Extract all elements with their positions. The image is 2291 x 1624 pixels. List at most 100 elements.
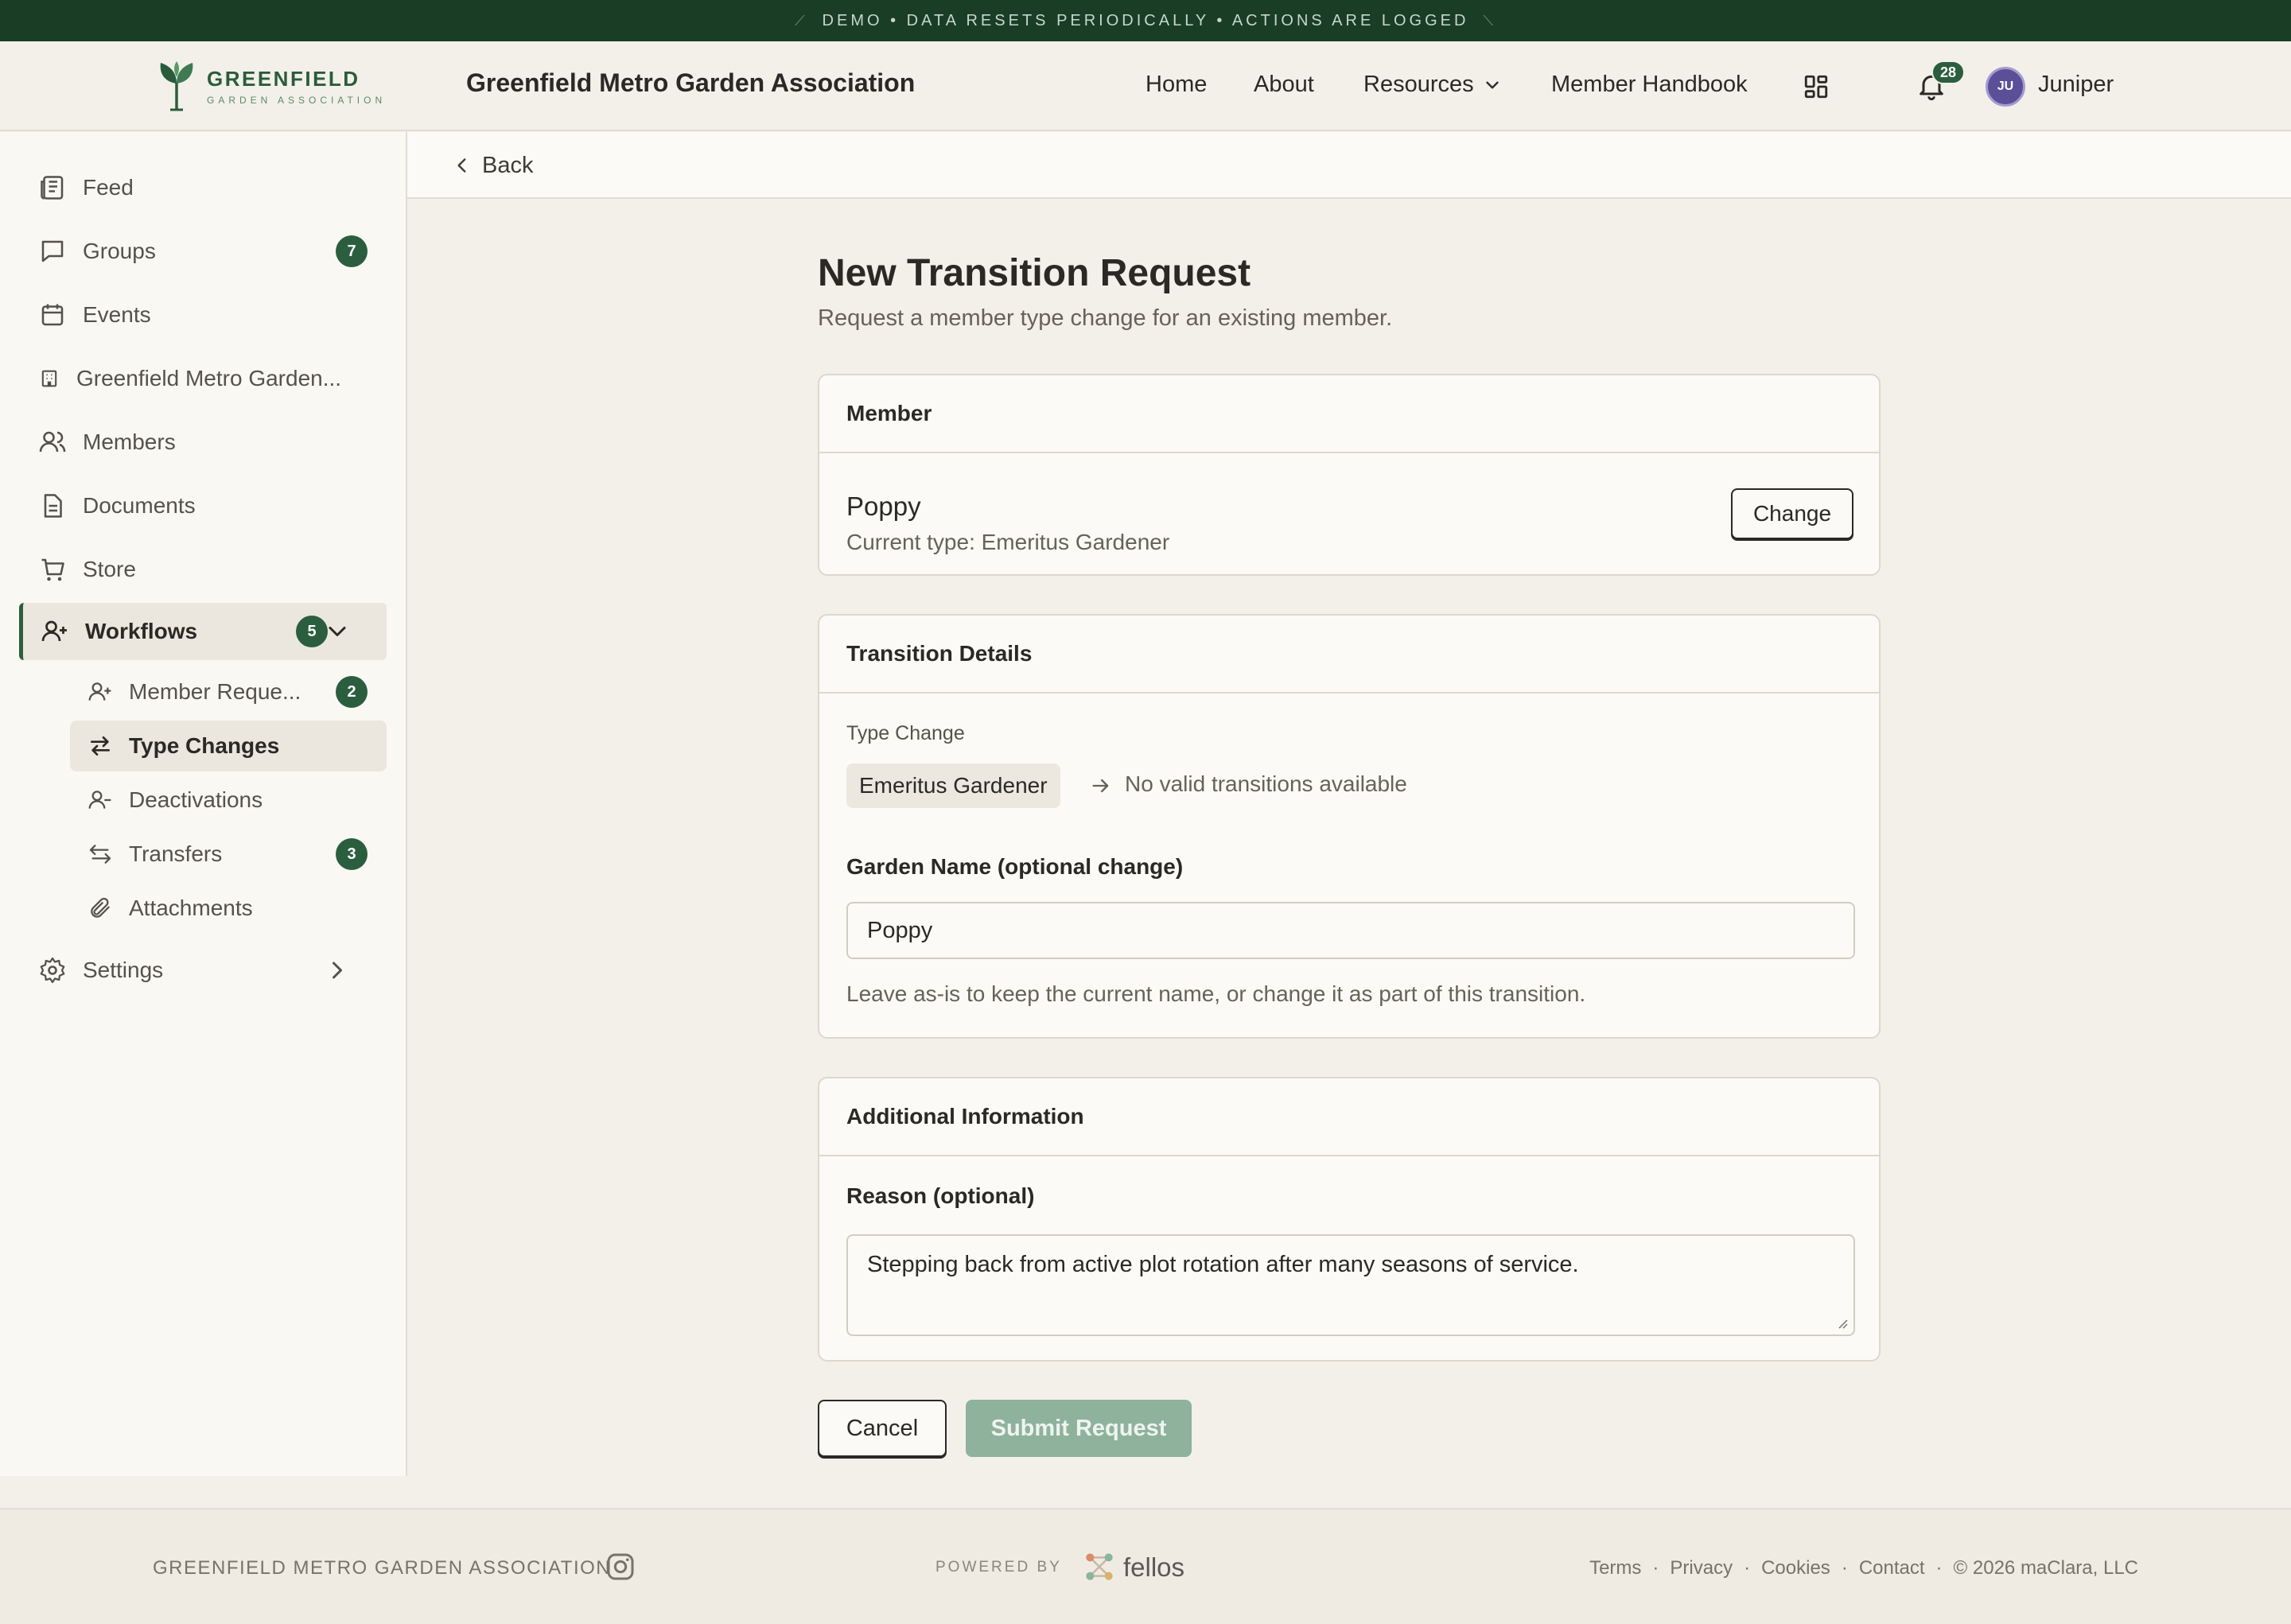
change-member-button[interactable]: Change <box>1731 488 1853 539</box>
reason-label: Reason (optional) <box>846 1183 1035 1208</box>
nav-home[interactable]: Home <box>1146 72 1207 98</box>
logo[interactable]: GREENFIELD GARDEN ASSOCIATION <box>156 59 386 113</box>
document-icon <box>44 494 62 518</box>
gear-icon <box>40 957 65 984</box>
sidebar-item-label: Members <box>83 429 176 454</box>
sidebar-item-events[interactable]: Events <box>19 286 387 344</box>
no-transitions-text: No valid transitions available <box>1125 771 1407 796</box>
resize-handle-icon[interactable] <box>1836 1317 1849 1330</box>
logo-name: GREENFIELD <box>207 66 360 91</box>
additional-information-card: Additional Information Reason (optional)… <box>818 1077 1881 1362</box>
footer-separator: · <box>1841 1557 1848 1579</box>
chevron-right-icon[interactable] <box>323 956 352 985</box>
paperclip-icon <box>91 897 110 918</box>
sidebar-subitem-label: Transfers <box>129 841 223 866</box>
sidebar-item-label: Feed <box>83 175 134 200</box>
site-title: Greenfield Metro Garden Association <box>466 68 916 97</box>
sidebar-item-label: Settings <box>83 958 164 982</box>
arrow-right-icon <box>1092 779 1109 793</box>
avatar[interactable]: JU <box>1986 67 2025 107</box>
instagram-icon[interactable] <box>605 1551 636 1583</box>
reason-textarea[interactable]: Stepping back from active plot rotation … <box>846 1234 1855 1336</box>
cart-icon <box>41 558 64 581</box>
sidebar-subitem-deactivations[interactable]: Deactivations <box>70 775 387 826</box>
garden-name-input[interactable]: Poppy <box>846 902 1855 959</box>
nav-member-handbook[interactable]: Member Handbook <box>1551 72 1748 98</box>
transition-details-card: Transition Details Type Change Emeritus … <box>818 614 1881 1039</box>
chevron-left-icon <box>457 158 466 173</box>
garden-name-label: Garden Name (optional change) <box>846 854 1184 879</box>
sidebar-subitem-transfers[interactable]: Transfers 3 <box>70 829 387 880</box>
sidebar-subitem-type-changes[interactable]: Type Changes <box>70 721 387 771</box>
sidebar-subitem-label: Type Changes <box>129 733 280 758</box>
sidebar-item-label: Groups <box>83 239 156 263</box>
footer-link-contact[interactable]: Contact <box>1859 1557 1925 1579</box>
footer: GREENFIELD METRO GARDEN ASSOCIATION POWE… <box>0 1508 2291 1624</box>
sidebar-item-label: Documents <box>83 493 196 518</box>
sprout-logo-icon <box>160 61 193 111</box>
sidebar-item-label: Store <box>83 557 136 581</box>
footer-separator: · <box>1652 1557 1659 1579</box>
building-icon <box>41 370 57 387</box>
sidebar-item-feed[interactable]: Feed <box>19 159 387 216</box>
swap-arrows-icon <box>91 736 110 756</box>
submit-request-button[interactable]: Submit Request <box>966 1400 1192 1457</box>
sidebar-item-documents[interactable]: Documents <box>19 477 387 534</box>
sidebar-item-label: Events <box>83 302 151 327</box>
garden-name-help: Leave as-is to keep the current name, or… <box>846 981 1586 1006</box>
member-requests-count-badge: 2 <box>336 676 368 708</box>
users-icon <box>39 431 66 453</box>
back-link[interactable]: Back <box>452 148 533 183</box>
page-subtitle: Request a member type change for an exis… <box>818 305 1393 331</box>
banner-leaf-right-icon: ⟍ <box>1483 12 1497 29</box>
calendar-icon <box>41 304 64 326</box>
member-card: Member Poppy Current type: Emeritus Gard… <box>818 374 1881 576</box>
footer-org-name: GREENFIELD METRO GARDEN ASSOCIATION <box>153 1557 612 1579</box>
user-plus-icon <box>88 682 111 701</box>
sidebar-subitem-attachments[interactable]: Attachments <box>70 883 387 934</box>
transfers-count-badge: 3 <box>336 838 368 870</box>
sidebar-item-label: Workflows <box>85 619 198 643</box>
type-change-label: Type Change <box>846 722 965 744</box>
sidebar-item-groups[interactable]: Groups 7 <box>19 223 387 280</box>
newspaper-icon <box>41 176 64 200</box>
sidebar-subitem-label: Deactivations <box>129 787 263 812</box>
nav-resources[interactable]: Resources <box>1363 72 1503 98</box>
chevron-down-icon[interactable] <box>323 617 352 646</box>
powered-by-label: POWERED BY <box>935 1559 1062 1575</box>
cancel-button[interactable]: Cancel <box>818 1400 947 1457</box>
reason-text: Stepping back from active plot rotation … <box>867 1252 1579 1277</box>
groups-count-badge: 7 <box>336 235 368 267</box>
from-type-chip: Emeritus Gardener <box>846 763 1060 808</box>
back-bar: Back <box>407 132 2291 199</box>
sidebar-item-members[interactable]: Members <box>19 414 387 471</box>
nav-about[interactable]: About <box>1254 72 1314 98</box>
member-card-heading: Member <box>819 375 1879 453</box>
additional-information-heading: Additional Information <box>819 1078 1879 1156</box>
footer-link-terms[interactable]: Terms <box>1589 1557 1641 1579</box>
chevron-down-icon <box>1485 81 1499 88</box>
demo-banner: ⟋ DEMO • DATA RESETS PERIODICALLY • ACTI… <box>0 0 2291 41</box>
fellos-brand[interactable]: fellos <box>1123 1552 1184 1583</box>
logo-subtitle: GARDEN ASSOCIATION <box>207 94 387 106</box>
user-plus-icon <box>41 620 67 642</box>
footer-separator: · <box>1744 1557 1751 1579</box>
transfer-icon <box>89 845 111 864</box>
footer-links: Terms · Privacy · Cookies · Contact · © … <box>1589 1557 2138 1579</box>
footer-separator: · <box>1935 1557 1943 1579</box>
footer-link-cookies[interactable]: Cookies <box>1761 1557 1830 1579</box>
fellos-logo-icon <box>1086 1553 1113 1580</box>
user-name[interactable]: Juniper <box>2038 72 2114 98</box>
footer-link-privacy[interactable]: Privacy <box>1670 1557 1733 1579</box>
sidebar-item-store[interactable]: Store <box>19 541 387 598</box>
sidebar-item-workflows[interactable]: Workflows 5 <box>19 603 387 660</box>
back-label: Back <box>482 152 534 178</box>
nav-resources-label: Resources <box>1363 72 1474 97</box>
sidebar: Feed Groups 7 Events Greenfield Metro Ga… <box>0 132 407 1476</box>
transition-details-heading: Transition Details <box>819 616 1879 694</box>
banner-text: DEMO • DATA RESETS PERIODICALLY • ACTION… <box>822 11 1469 29</box>
sidebar-subitem-member-requests[interactable]: Member Reque... 2 <box>70 666 387 717</box>
sidebar-item-settings[interactable]: Settings <box>19 942 387 999</box>
apps-grid-icon[interactable] <box>1803 73 1830 100</box>
sidebar-item-organization[interactable]: Greenfield Metro Garden... <box>19 350 387 407</box>
